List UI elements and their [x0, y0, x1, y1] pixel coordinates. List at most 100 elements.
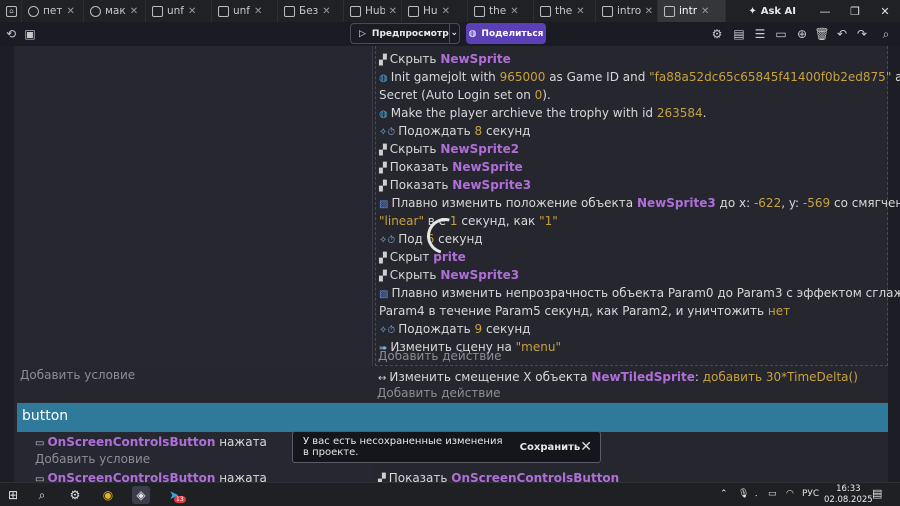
- chevron-up-icon[interactable]: ⌃: [720, 489, 728, 499]
- browser-tab[interactable]: мак ✕: [84, 0, 146, 22]
- redo-icon[interactable]: ↷: [854, 26, 870, 42]
- action-text: до x:: [715, 196, 754, 210]
- action-row[interactable]: Secret (Auto Login set on 0).: [379, 86, 551, 104]
- microphone-icon[interactable]: 🎙: [738, 489, 749, 499]
- action-row[interactable]: "linear" в е 1 секунд, как "1": [379, 212, 558, 230]
- action-text: Под: [398, 232, 427, 246]
- save-button[interactable]: Сохранить: [520, 442, 581, 453]
- tabs-container: пет ✕ мак ✕ unf ✕ unf ✕ Без ✕ Hub ✕ Hu ✕ the ✕ the ✕ intro…: [22, 0, 726, 22]
- action-row[interactable]: ▧ Плавно изменить положение объекта NewSp…: [379, 194, 900, 214]
- add-condition-link[interactable]: Добавить условие: [35, 452, 150, 466]
- action-text: as Game: [895, 70, 900, 84]
- tab-close-icon[interactable]: ✕: [254, 6, 262, 17]
- conditions-column[interactable]: Добавить условие: [17, 46, 373, 382]
- action-text: "fa88a52dc65c65845f41400f0b2ed875": [649, 70, 892, 84]
- browser-tab-strip: ⌂ пет ✕ мак ✕ unf ✕ unf ✕ Без ✕ Hub ✕ Hu ✕ the ✕ the ✕ int…: [0, 0, 900, 22]
- filters-icon[interactable]: ⚙: [709, 26, 725, 42]
- wifi-icon[interactable]: ◠: [786, 489, 794, 499]
- action-row[interactable]: ↔ Изменить смещение X объекта NewTiledSpr…: [378, 368, 858, 388]
- toggle-icon[interactable]: ☰: [752, 26, 768, 42]
- battery-icon[interactable]: ▭: [768, 489, 777, 499]
- close-icon[interactable]: ✕: [580, 439, 592, 455]
- start-icon[interactable]: ⊞: [4, 486, 22, 504]
- history-icon[interactable]: ⟲: [3, 26, 19, 42]
- settings-icon[interactable]: ⚙: [66, 486, 84, 504]
- delete-icon[interactable]: 🗑: [814, 26, 830, 42]
- add-icon[interactable]: ⊕: [794, 26, 810, 42]
- object-name: OnScreenControlsButton: [47, 435, 216, 449]
- object-name: NewSprite3: [636, 196, 716, 210]
- language-indicator[interactable]: РУС: [802, 489, 819, 499]
- condition-row[interactable]: ▭ OnScreenControlsButton нажата: [35, 469, 267, 482]
- close-window-button[interactable]: ✕: [870, 5, 900, 18]
- action-row[interactable]: ◍ Init gamejolt with 965000 as Game ID an…: [379, 68, 900, 88]
- app-toolbar: ⟲ ▣ ▷ Предпросмотр ⌄ ◍ Поделиться ⚙ ▤ ☰ …: [0, 22, 900, 46]
- tab-close-icon[interactable]: ✕: [66, 6, 74, 17]
- actions-column-2: ↔ Изменить смещение X объекта NewTiledSpr…: [375, 366, 888, 402]
- project-icon[interactable]: ▣: [22, 26, 38, 42]
- scrollbar[interactable]: [888, 46, 900, 482]
- search-icon[interactable]: ⌕: [33, 486, 51, 504]
- action-row[interactable]: ✧⏱ Подождать 9 секунд: [379, 320, 530, 340]
- preview-label: Предпросмотр: [371, 28, 449, 39]
- add-condition-link[interactable]: Добавить условие: [20, 368, 135, 382]
- share-label: Поделиться: [481, 28, 544, 39]
- browser-tab[interactable]: intr ✕: [658, 0, 726, 22]
- browser-tab[interactable]: Hub ✕: [344, 0, 402, 22]
- chrome-icon[interactable]: ◉: [99, 486, 117, 504]
- tab-close-icon[interactable]: ✕: [389, 6, 397, 17]
- windows-taskbar: ⊞ ⌕ ⚙ ◉ ◈ ➤ 13 ⌃ 🎙 ㆍ ▭ ◠ РУС 16:33 02.08…: [0, 482, 900, 506]
- condition-row[interactable]: ▭ OnScreenControlsButton нажата: [35, 433, 267, 453]
- group-title: button: [22, 408, 69, 424]
- preview-dropdown-chevron-icon[interactable]: ⌄: [448, 24, 459, 43]
- add-action-link[interactable]: Добавить действие: [377, 386, 501, 400]
- comment-icon[interactable]: ▭: [773, 26, 789, 42]
- github-icon: [90, 5, 101, 17]
- browser-tab[interactable]: unf ✕: [146, 0, 212, 22]
- minimize-button[interactable]: —: [810, 5, 840, 18]
- action-row[interactable]: ✧⏱ Подождать 8 секунд: [379, 122, 530, 142]
- tab-close-icon[interactable]: ✕: [576, 6, 584, 17]
- tab-close-icon[interactable]: ✕: [188, 6, 196, 17]
- restore-button[interactable]: ❐: [840, 5, 870, 18]
- tab-close-icon[interactable]: ✕: [645, 6, 653, 17]
- clock[interactable]: 16:33 02.08.2025: [824, 484, 873, 506]
- action-row[interactable]: ▞ Показать NewSprite: [379, 158, 523, 178]
- tab-close-icon[interactable]: ✕: [130, 6, 138, 17]
- tab-close-icon[interactable]: ✕: [510, 6, 518, 17]
- action-text: "linear": [379, 214, 424, 228]
- home-tab-icon[interactable]: ⌂: [0, 0, 22, 22]
- event-group-header[interactable]: button: [17, 403, 888, 432]
- action-row[interactable]: ➠ Изменить сцену на "menu": [379, 338, 561, 358]
- browser-tab[interactable]: пет ✕: [22, 0, 84, 22]
- browser-tab[interactable]: the ✕: [534, 0, 596, 22]
- browser-tab[interactable]: the ✕: [468, 0, 534, 22]
- notification-icon[interactable]: ▤: [872, 487, 882, 500]
- layers-icon: [408, 5, 419, 17]
- action-row[interactable]: ▞ Скрыть NewSprite: [379, 50, 511, 70]
- action-row[interactable]: Param4 в течение Param5 секунд, как Para…: [379, 302, 790, 320]
- share-button[interactable]: ◍ Поделиться: [466, 23, 546, 44]
- action-row[interactable]: ▞ Скрыть NewSprite2: [379, 140, 519, 160]
- left-gutter: [0, 46, 14, 482]
- preview-button[interactable]: ▷ Предпросмотр ⌄: [350, 23, 460, 44]
- action-row[interactable]: ▧ Плавно изменить непрозрачность объекта …: [379, 284, 900, 304]
- action-row[interactable]: ◍ Make the player archieve the trophy wit…: [379, 104, 707, 124]
- ask-ai-button[interactable]: ✦ Ask AI: [748, 6, 796, 17]
- lang-switch-icon[interactable]: ㆍ: [752, 489, 760, 502]
- action-row[interactable]: ▞ Показать NewSprite3: [379, 176, 531, 196]
- browser-tab[interactable]: intro ✕: [596, 0, 658, 22]
- action-row[interactable]: ▞ Скрыть NewSprite3: [379, 266, 519, 286]
- undo-icon[interactable]: ↶: [834, 26, 850, 42]
- action-text: -622: [753, 196, 782, 210]
- extensions-icon[interactable]: ▤: [731, 26, 747, 42]
- browser-tab[interactable]: Hu ✕: [402, 0, 468, 22]
- tab-close-icon[interactable]: ✕: [701, 6, 709, 17]
- browser-tab[interactable]: Без ✕: [278, 0, 344, 22]
- browser-tab[interactable]: unf ✕: [212, 0, 278, 22]
- action-row[interactable]: ▞ Показать OnScreenControlsButton: [378, 469, 619, 482]
- tab-close-icon[interactable]: ✕: [442, 6, 450, 17]
- search-icon[interactable]: ⌕: [878, 26, 894, 42]
- gdevelop-icon[interactable]: ◈: [132, 486, 150, 504]
- tab-close-icon[interactable]: ✕: [322, 6, 330, 17]
